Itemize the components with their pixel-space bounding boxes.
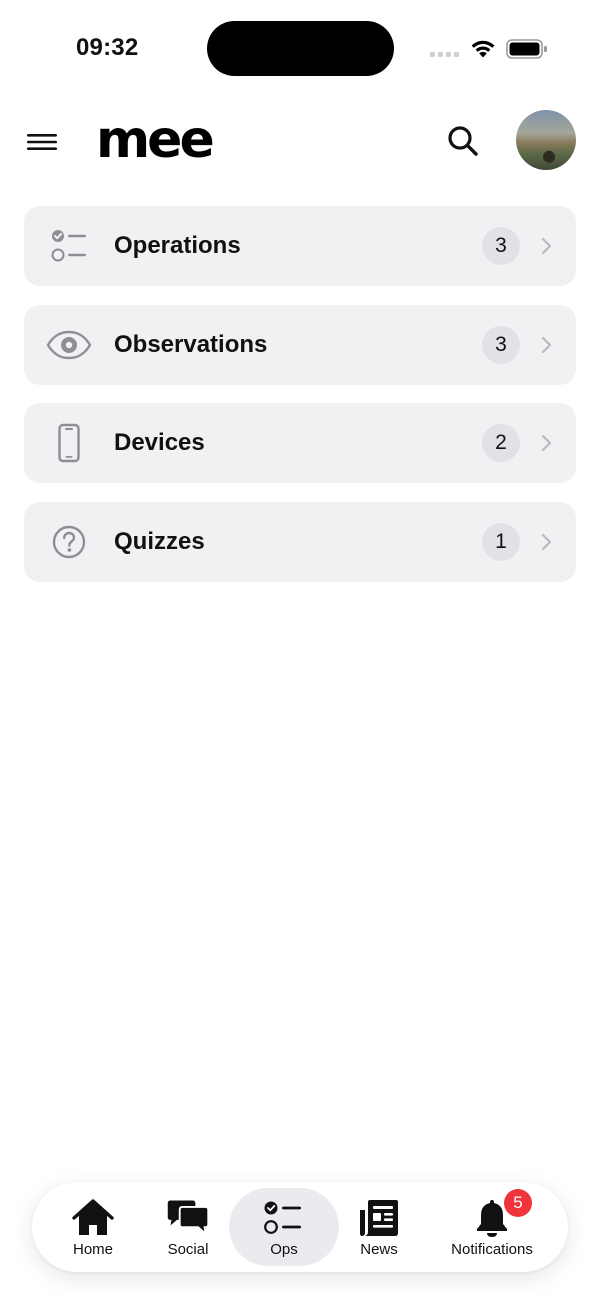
tab-ops[interactable]: Ops: [229, 1188, 339, 1266]
count-badge: 3: [482, 325, 520, 364]
checklist-icon: [51, 230, 86, 262]
question-circle-icon: [52, 525, 86, 558]
tab-label: Home: [72, 1241, 113, 1258]
eye-icon: [46, 330, 92, 359]
list-item-devices[interactable]: Devices 2: [24, 403, 576, 484]
list-item-label: Quizzes: [114, 527, 205, 555]
tab-label: Ops: [270, 1241, 298, 1258]
newspaper-icon: [360, 1200, 398, 1236]
house-icon: [72, 1199, 114, 1235]
phone-icon: [58, 423, 80, 463]
wifi-icon: [471, 40, 495, 58]
user-avatar[interactable]: [516, 110, 576, 170]
chat-bubbles-icon: [167, 1200, 210, 1236]
list-item-label: Devices: [114, 429, 205, 457]
dynamic-island: [207, 21, 394, 76]
list-item-quizzes[interactable]: Quizzes 1: [24, 501, 576, 582]
count-badge: 2: [482, 424, 520, 463]
status-time: 09:32: [76, 34, 139, 61]
chevron-right-icon: [541, 533, 552, 550]
list-item-label: Operations: [114, 232, 241, 259]
bottom-tab-bar: Home Social Ops News Notifications: [32, 1182, 568, 1272]
list-item-label: Observations: [114, 330, 268, 358]
app-header: mee: [0, 100, 600, 184]
tab-social[interactable]: Social: [142, 1188, 234, 1266]
tab-home[interactable]: Home: [44, 1188, 142, 1266]
search-icon[interactable]: [444, 122, 482, 160]
status-bar: 09:32: [0, 0, 600, 96]
tab-label: News: [360, 1241, 398, 1258]
hamburger-menu-icon[interactable]: [24, 128, 62, 156]
count-badge: 3: [482, 227, 520, 265]
chevron-right-icon: [541, 435, 552, 452]
checklist-icon: [264, 1201, 301, 1234]
cellular-signal-icon: [430, 52, 460, 58]
tab-label: Social: [167, 1241, 209, 1258]
app-logo: mee: [96, 110, 215, 170]
battery-icon: [506, 39, 547, 59]
count-badge: 1: [482, 522, 520, 561]
category-list: Operations 3 Observations 3 Devices 2 Qu…: [24, 206, 576, 600]
chevron-right-icon: [541, 336, 552, 353]
chevron-right-icon: [541, 237, 552, 255]
list-item-operations[interactable]: Operations 3: [24, 206, 576, 286]
notifications-badge: 5: [504, 1189, 532, 1217]
tab-news[interactable]: News: [334, 1188, 424, 1266]
list-item-observations[interactable]: Observations 3: [24, 304, 576, 385]
tab-label: Notifications: [451, 1241, 533, 1258]
